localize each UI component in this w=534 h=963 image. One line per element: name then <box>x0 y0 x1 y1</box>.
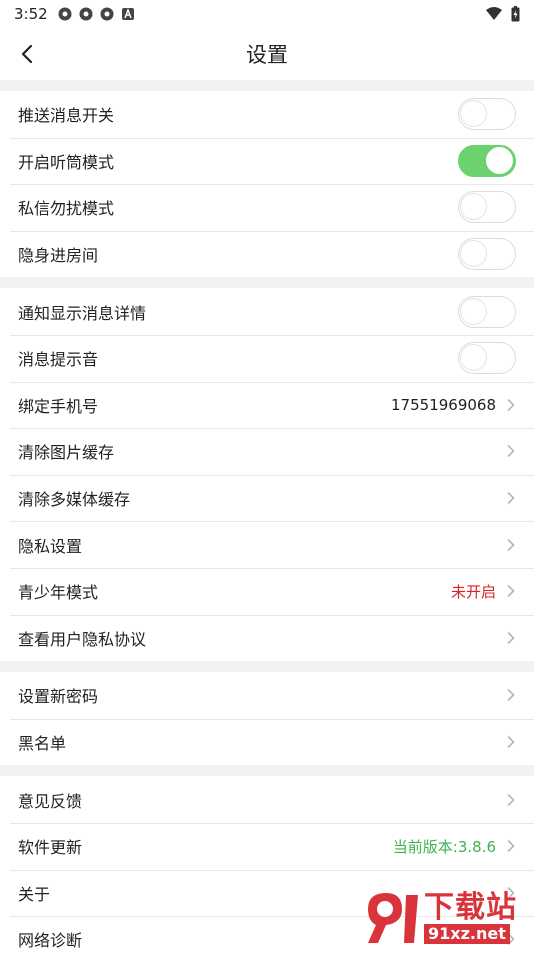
setting-label: 软件更新 <box>18 838 83 858</box>
setting-label: 意见反馈 <box>18 791 83 811</box>
section-gap <box>0 277 534 289</box>
link-setting-row[interactable]: 意见反馈 <box>0 776 534 823</box>
notification-app-icon <box>58 7 72 21</box>
chevron-right-icon <box>507 689 515 702</box>
page-title: 设置 <box>246 43 288 67</box>
toggle-switch[interactable] <box>458 191 516 224</box>
toggle-setting-row[interactable]: 隐身进房间 <box>0 230 534 278</box>
link-setting-row[interactable]: 隐私设置 <box>0 521 534 568</box>
toggle-knob <box>460 193 487 221</box>
chevron-right-icon <box>507 538 515 551</box>
toggle-setting-row[interactable]: 开启听筒模式 <box>0 137 534 185</box>
toggle-setting-row[interactable]: 推送消息开关 <box>0 91 534 138</box>
watermark: 下载站 91xz.net <box>360 888 532 948</box>
settings-list: 推送消息开关 开启听筒模式 私信勿扰模式 隐身进房间通知显示消息详情 消息提示音绑定手机… <box>0 80 534 963</box>
status-time: 3:52 <box>14 5 48 23</box>
toggle-setting-row[interactable]: 通知显示消息详情 <box>0 288 534 335</box>
watermark-logo-icon <box>368 893 418 943</box>
link-setting-row[interactable]: 清除多媒体缓存 <box>0 474 534 522</box>
setting-label: 青少年模式 <box>18 583 99 603</box>
toggle-knob <box>460 100 487 128</box>
setting-label: 隐身进房间 <box>18 246 99 266</box>
watermark-site: 91xz.net <box>424 924 510 944</box>
notification-app-icon <box>79 7 93 21</box>
setting-label: 开启听筒模式 <box>18 152 115 172</box>
setting-label: 设置新密码 <box>18 687 99 707</box>
toggle-setting-row[interactable]: 消息提示音 <box>0 334 534 382</box>
settings-group: 设置新密码 黑名单 <box>0 672 534 766</box>
link-setting-row[interactable]: 清除图片缓存 <box>0 428 534 475</box>
back-arrow-icon[interactable] <box>14 40 42 68</box>
chevron-right-icon <box>507 585 515 598</box>
toggle-knob <box>460 344 487 372</box>
app-header: 设置 <box>0 28 534 80</box>
setting-value: 当前版本:3.8.6 <box>392 837 496 856</box>
link-setting-row[interactable]: 青少年模式 未开启 <box>0 567 534 615</box>
setting-label: 消息提示音 <box>18 350 99 370</box>
battery-icon <box>511 6 520 22</box>
toggle-switch[interactable] <box>458 295 516 328</box>
setting-label: 清除图片缓存 <box>18 443 115 463</box>
setting-label: 查看用户隐私协议 <box>18 629 147 649</box>
chevron-right-icon <box>507 491 515 505</box>
toggle-knob <box>460 240 487 268</box>
link-setting-row[interactable]: 软件更新 当前版本:3.8.6 <box>0 822 534 870</box>
setting-value: 未开启 <box>450 582 496 601</box>
link-setting-row[interactable]: 查看用户隐私协议 <box>0 614 534 662</box>
wifi-icon <box>486 7 502 20</box>
toggle-switch[interactable] <box>458 144 516 177</box>
notification-app-icon <box>100 7 114 21</box>
chevron-right-icon <box>507 735 515 749</box>
toggle-setting-row[interactable]: 私信勿扰模式 <box>0 184 534 231</box>
toggle-knob <box>460 297 487 325</box>
chevron-right-icon <box>507 840 515 853</box>
setting-label: 清除多媒体缓存 <box>18 490 131 510</box>
link-setting-row[interactable]: 设置新密码 <box>0 672 534 719</box>
toggle-knob <box>486 146 513 174</box>
section-gap <box>0 765 534 777</box>
setting-label: 绑定手机号 <box>18 396 99 416</box>
setting-label: 推送消息开关 <box>18 106 115 126</box>
setting-value: 17551969068 <box>391 395 496 414</box>
settings-group: 通知显示消息详情 消息提示音绑定手机号 17551969068 清除图片缓存 清除多媒体… <box>0 288 534 662</box>
setting-label: 隐私设置 <box>18 536 83 556</box>
link-setting-row[interactable]: 黑名单 <box>0 718 534 766</box>
toggle-switch[interactable] <box>458 342 516 375</box>
setting-label: 通知显示消息详情 <box>18 303 147 323</box>
keyboard-a-icon <box>121 8 134 20</box>
link-setting-row[interactable]: 绑定手机号 17551969068 <box>0 381 534 429</box>
watermark-title: 下载站 <box>424 890 517 925</box>
toggle-switch[interactable] <box>458 98 516 131</box>
chevron-right-icon <box>507 793 515 806</box>
status-bar: 3:52 <box>0 0 534 28</box>
chevron-right-icon <box>507 631 515 644</box>
section-gap <box>0 661 534 673</box>
chevron-right-icon <box>507 445 515 458</box>
toggle-switch[interactable] <box>458 238 516 271</box>
section-gap <box>0 80 534 91</box>
settings-group: 推送消息开关 开启听筒模式 私信勿扰模式 隐身进房间 <box>0 91 534 278</box>
setting-label: 黑名单 <box>18 734 67 754</box>
chevron-right-icon <box>507 398 515 411</box>
setting-label: 私信勿扰模式 <box>18 199 115 219</box>
